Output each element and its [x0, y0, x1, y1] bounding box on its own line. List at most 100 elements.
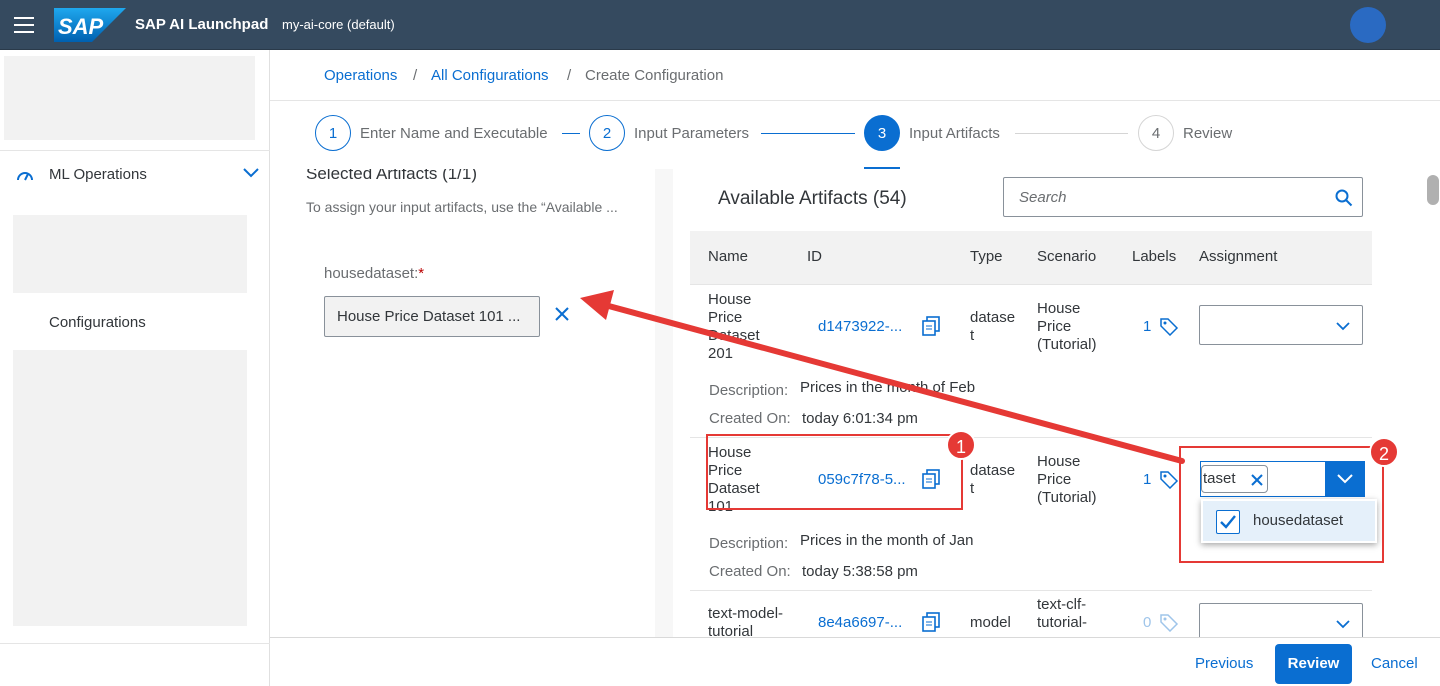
artifact-scenario-line: Price	[1037, 471, 1072, 488]
table-row[interactable]: House Price Dataset 201 d1473922-... dat…	[690, 285, 1372, 438]
artifact-scenario-line: Price	[1037, 318, 1072, 335]
nav-item-configurations[interactable]: Configurations	[49, 314, 146, 331]
housedataset-label: housedataset:*	[324, 265, 424, 282]
artifact-type-line: datase	[970, 309, 1016, 326]
breadcrumb-operations[interactable]: Operations	[324, 67, 397, 84]
wizard-step-4-label: Review	[1183, 125, 1233, 142]
column-name: Name	[708, 248, 749, 265]
labels-count[interactable]: 1	[1143, 471, 1151, 488]
chevron-down-icon	[1336, 322, 1350, 331]
column-scenario: Scenario	[1037, 248, 1097, 265]
artifact-type-line: datase	[970, 462, 1016, 479]
side-navigation: ML Operations Configurations	[0, 50, 270, 686]
breadcrumb-separator: /	[567, 67, 572, 84]
wizard-step-2-label: Input Parameters	[634, 125, 750, 142]
remove-icon[interactable]	[552, 304, 572, 324]
search-icon[interactable]	[1335, 189, 1353, 207]
artifact-scenario-line: (Tutorial)	[1037, 489, 1097, 506]
wizard-step-3[interactable]: 3	[864, 115, 900, 151]
selected-artifacts-panel: Selected Artifacts (1/1) To assign your …	[270, 169, 655, 637]
housedataset-label-text: housedataset:	[324, 265, 419, 282]
wizard-connector	[761, 133, 855, 134]
breadcrumb-all-configurations[interactable]: All Configurations	[431, 67, 549, 84]
artifact-id-link[interactable]: 8e4a6697-...	[818, 614, 902, 632]
nav-placeholder	[13, 215, 247, 293]
artifact-name-line: Price	[708, 309, 743, 326]
shell-bar: SAP SAP AI Launchpad my-ai-core (default…	[0, 0, 1440, 50]
artifact-scenario-line: (Tutorial)	[1037, 336, 1097, 353]
search-input[interactable]: Search	[1003, 177, 1363, 217]
tag-icon[interactable]	[1159, 316, 1179, 336]
chevron-down-icon	[1336, 620, 1350, 629]
artifact-type: datase t	[970, 309, 1015, 345]
artifact-description: Prices in the month of Jan	[800, 532, 974, 549]
selected-artifacts-description: To assign your input artifacts, use the …	[306, 199, 618, 215]
artifact-name-line: text-model-	[708, 605, 784, 622]
assignment-select[interactable]	[1199, 305, 1363, 345]
sap-logo[interactable]: SAP	[54, 8, 126, 42]
menu-icon[interactable]	[14, 17, 34, 33]
available-artifacts-title: Available Artifacts (54)	[718, 188, 907, 209]
previous-button[interactable]: Previous	[1195, 655, 1253, 672]
labels-count[interactable]: 1	[1143, 318, 1151, 335]
chevron-down-icon[interactable]	[243, 167, 259, 179]
wizard-step-3-label: Input Artifacts	[909, 125, 1000, 142]
scrollbar-thumb[interactable]	[1427, 175, 1439, 205]
labels-count[interactable]: 0	[1143, 614, 1151, 631]
nav-divider	[0, 643, 270, 644]
artifact-type: model	[970, 614, 1011, 632]
wizard-step-1[interactable]: 1	[315, 115, 351, 151]
artifact-type-line: model	[970, 614, 1011, 631]
housedataset-field[interactable]: House Price Dataset 101 ...	[324, 296, 540, 337]
wizard-connector	[1015, 133, 1128, 134]
artifact-name: text-model- tutorial	[708, 605, 783, 637]
app-title: SAP AI Launchpad	[135, 16, 269, 33]
artifact-type-line: t	[970, 327, 975, 344]
artifact-name: House Price Dataset 201	[708, 291, 760, 363]
table-row[interactable]: text-model- tutorial 8e4a6697-... model …	[690, 591, 1372, 637]
search-placeholder: Search	[1019, 189, 1067, 206]
description-label: Description:	[709, 535, 789, 552]
review-button[interactable]: Review	[1275, 644, 1352, 684]
footer-toolbar: Previous Review Cancel	[270, 637, 1440, 686]
nav-item-ml-operations[interactable]: ML Operations	[0, 150, 270, 196]
artifact-name-line: Dataset	[708, 327, 760, 344]
wizard-step-2[interactable]: 2	[589, 115, 625, 151]
copy-icon[interactable]	[922, 612, 940, 632]
artifact-type: datase t	[970, 462, 1015, 498]
wizard-step-4[interactable]: 4	[1138, 115, 1174, 151]
cancel-button[interactable]: Cancel	[1371, 655, 1418, 672]
available-artifacts-panel: Available Artifacts (54) Search Name ID …	[673, 169, 1440, 637]
artifact-scenario-line: text-clf-	[1037, 596, 1087, 613]
assignment-select[interactable]	[1199, 603, 1363, 637]
svg-text:SAP: SAP	[58, 14, 104, 39]
annotation-marker-2: 2	[1369, 437, 1399, 467]
column-assignment: Assignment	[1199, 248, 1278, 265]
nav-label-ml-operations: ML Operations	[49, 166, 147, 183]
annotation-marker-1: 1	[946, 430, 976, 460]
column-id: ID	[807, 248, 822, 265]
artifact-type-line: t	[970, 480, 975, 497]
table-header: Name ID Type Scenario Labels Assignment	[690, 231, 1372, 285]
required-mark: *	[418, 265, 425, 282]
artifact-scenario: House Price (Tutorial)	[1037, 300, 1096, 354]
content-area: Selected Artifacts (1/1) To assign your …	[270, 169, 1440, 637]
tag-icon[interactable]	[1159, 612, 1179, 632]
artifact-scenario: House Price (Tutorial)	[1037, 453, 1096, 507]
artifact-description: Prices in the month of Feb	[800, 379, 976, 396]
tenant-label: my-ai-core (default)	[282, 17, 395, 32]
artifact-name-line: House	[708, 291, 752, 308]
tag-icon[interactable]	[1159, 469, 1179, 489]
breadcrumb: Operations / All Configurations / Create…	[270, 50, 1440, 101]
artifact-created: today 6:01:34 pm	[802, 410, 918, 427]
breadcrumb-separator: /	[413, 67, 418, 84]
copy-icon[interactable]	[922, 316, 940, 336]
artifact-name-line: 201	[708, 345, 734, 362]
breadcrumb-current: Create Configuration	[585, 67, 724, 84]
wizard-step-1-label: Enter Name and Executable	[360, 125, 548, 142]
artifact-created: today 5:38:58 pm	[802, 563, 918, 580]
artifact-id-link[interactable]: d1473922-...	[818, 318, 902, 336]
avatar[interactable]	[1350, 7, 1386, 43]
artifact-scenario-line: House	[1037, 453, 1081, 470]
created-label: Created On:	[709, 410, 791, 427]
